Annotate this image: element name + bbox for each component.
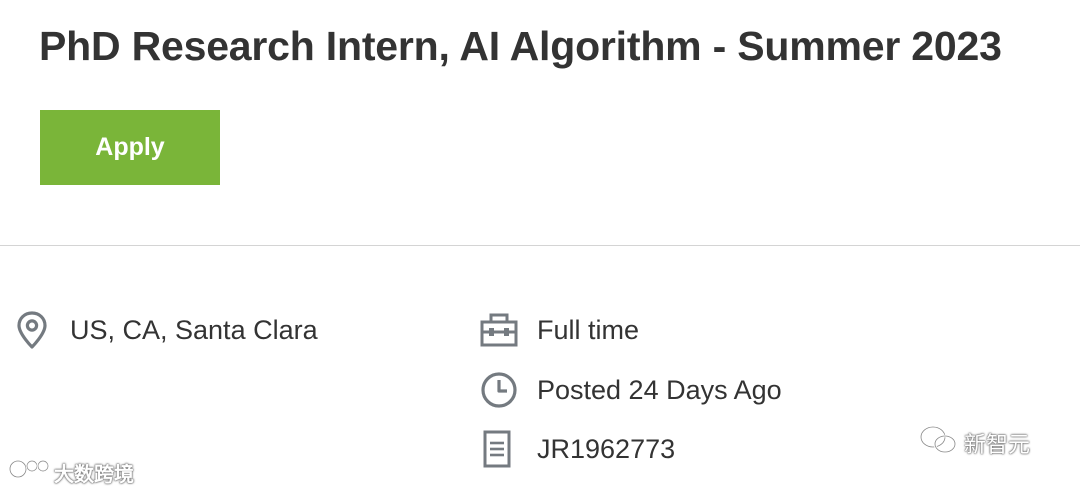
map-pin-icon: [15, 309, 55, 351]
job-location: US, CA, Santa Clara: [15, 309, 318, 351]
watermark-logo-icon: [8, 456, 50, 488]
posted-text: Posted 24 Days Ago: [537, 374, 782, 405]
job-title: PhD Research Intern, AI Algorithm - Summ…: [39, 23, 1002, 69]
watermark-left-text: 大数跨境: [54, 463, 134, 486]
job-time-type: Full time: [480, 309, 639, 351]
requisition-id-text: JR1962773: [537, 433, 676, 464]
document-icon: [480, 428, 520, 470]
section-divider: [0, 245, 1080, 246]
watermark-left: 大数跨境: [8, 456, 134, 488]
location-text: US, CA, Santa Clara: [70, 314, 318, 345]
job-posted-date: Posted 24 Days Ago: [480, 369, 782, 411]
wechat-icon: [918, 424, 958, 462]
apply-button[interactable]: Apply: [40, 110, 220, 185]
watermark-right: 新智元: [918, 424, 1030, 462]
clock-icon: [480, 369, 520, 411]
briefcase-icon: [480, 309, 520, 351]
job-requisition-id: JR1962773: [480, 428, 675, 470]
time-type-text: Full time: [537, 314, 640, 345]
watermark-right-text: 新智元: [964, 432, 1031, 457]
